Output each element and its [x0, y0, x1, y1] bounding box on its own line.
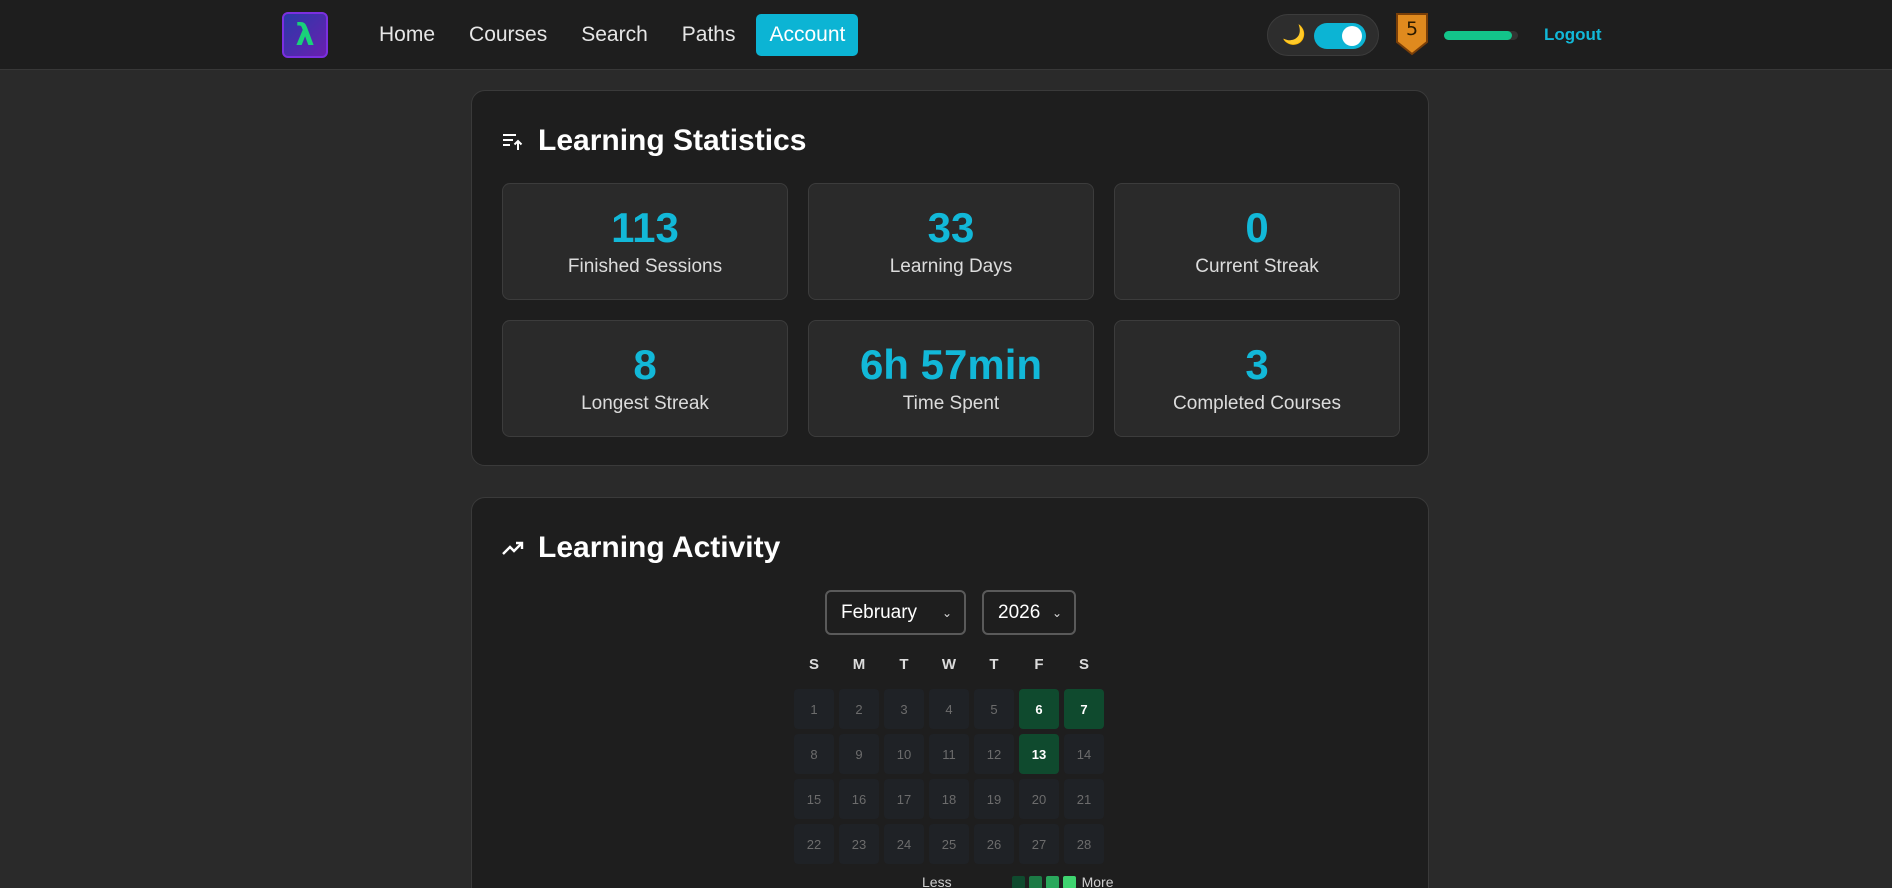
- legend-swatch: [1028, 875, 1042, 888]
- activity-legend: Less More: [922, 874, 1113, 888]
- switch-knob: [1342, 26, 1362, 46]
- nav-courses[interactable]: Courses: [456, 14, 560, 56]
- weekday-header: SMTWTFS: [794, 656, 1104, 673]
- stat-label: Completed Courses: [1173, 392, 1341, 414]
- calendar-day[interactable]: 21: [1064, 779, 1104, 819]
- calendar-day[interactable]: 12: [974, 734, 1014, 774]
- nav-search[interactable]: Search: [568, 14, 661, 56]
- calendar-day[interactable]: 27: [1019, 824, 1059, 864]
- logo[interactable]: λ: [282, 12, 328, 58]
- trending-up-icon: [502, 537, 524, 559]
- calendar-day[interactable]: 26: [974, 824, 1014, 864]
- weekday-label: S: [808, 656, 819, 673]
- top-nav-bar: λ Home Courses Search Paths Account 🌙 5 …: [0, 0, 1892, 70]
- legend-scale: [1011, 875, 1076, 888]
- calendar-day[interactable]: 23: [839, 824, 879, 864]
- activity-header: Learning Activity: [502, 528, 780, 568]
- calendar-selectors: February ⌄ 2026 ⌄: [825, 590, 1076, 635]
- stat-finished-sessions: 113 Finished Sessions: [502, 183, 788, 300]
- legend-less-label: Less: [922, 874, 952, 888]
- dark-mode-switch[interactable]: [1314, 23, 1366, 49]
- weekday-label: S: [1078, 656, 1089, 673]
- stat-longest-streak: 8 Longest Streak: [502, 320, 788, 437]
- year-select[interactable]: 2026 ⌄: [982, 590, 1076, 635]
- stat-value: 6h 57min: [859, 341, 1043, 389]
- theme-toggle[interactable]: 🌙: [1267, 14, 1379, 56]
- calendar-day[interactable]: 20: [1019, 779, 1059, 819]
- calendar-grid: 1 2 3 4 5 6 7 8 9 10 11 12 13 14 15 16 17 18 19 20 21 22 23 24 2…: [794, 689, 1104, 864]
- legend-swatch: [1011, 875, 1025, 888]
- learning-activity-card: Learning Activity February ⌄ 2026 ⌄ SMTW…: [471, 497, 1429, 888]
- chevron-down-icon: ⌄: [941, 605, 952, 620]
- stat-value: 0: [1245, 204, 1269, 252]
- calendar-day[interactable]: 17: [884, 779, 924, 819]
- calendar-day[interactable]: 18: [929, 779, 969, 819]
- year-select-value: 2026: [998, 601, 1041, 623]
- stat-label: Time Spent: [902, 392, 1000, 414]
- calendar-day[interactable]: 4: [929, 689, 969, 729]
- weekday-label: M: [852, 656, 866, 673]
- calendar-day[interactable]: 24: [884, 824, 924, 864]
- sort-up-icon: [502, 130, 524, 152]
- calendar-day[interactable]: 8: [794, 734, 834, 774]
- activity-title: Learning Activity: [538, 531, 781, 564]
- stat-completed-courses: 3 Completed Courses: [1114, 320, 1400, 437]
- calendar-day[interactable]: 5: [974, 689, 1014, 729]
- stats-title: Learning Statistics: [538, 124, 807, 157]
- calendar-day[interactable]: 7: [1064, 689, 1104, 729]
- month-select-value: February: [841, 601, 918, 623]
- stat-label: Finished Sessions: [567, 255, 723, 277]
- xp-progress-fill: [1444, 31, 1513, 40]
- stat-label: Current Streak: [1195, 255, 1319, 277]
- weekday-label: T: [899, 656, 909, 673]
- stat-value: 8: [633, 341, 657, 389]
- month-select[interactable]: February ⌄: [825, 590, 966, 635]
- level-badge[interactable]: 5: [1395, 12, 1429, 56]
- nav-home[interactable]: Home: [366, 14, 448, 56]
- calendar-day[interactable]: 2: [839, 689, 879, 729]
- stat-current-streak: 0 Current Streak: [1114, 183, 1400, 300]
- calendar-day[interactable]: 3: [884, 689, 924, 729]
- calendar-day[interactable]: 10: [884, 734, 924, 774]
- logout-link[interactable]: Logout: [1544, 25, 1602, 45]
- calendar-day[interactable]: 19: [974, 779, 1014, 819]
- stats-grid: 113 Finished Sessions 33 Learning Days 0…: [502, 183, 1400, 437]
- calendar-day[interactable]: 28: [1064, 824, 1104, 864]
- nav-account[interactable]: Account: [756, 14, 859, 56]
- stat-value: 113: [611, 204, 679, 252]
- calendar-day[interactable]: 1: [794, 689, 834, 729]
- stat-time-spent: 6h 57min Time Spent: [808, 320, 1094, 437]
- calendar-day[interactable]: 6: [1019, 689, 1059, 729]
- calendar-day[interactable]: 13: [1019, 734, 1059, 774]
- legend-more-label: More: [1081, 874, 1114, 888]
- stat-value: 33: [927, 204, 975, 252]
- legend-swatch: [1045, 875, 1059, 888]
- weekday-label: T: [989, 656, 999, 673]
- stat-learning-days: 33 Learning Days: [808, 183, 1094, 300]
- weekday-label: F: [1034, 656, 1044, 673]
- legend-swatch: [1062, 875, 1076, 888]
- stat-label: Longest Streak: [581, 392, 709, 414]
- stat-value: 3: [1245, 341, 1269, 389]
- xp-progress-bar: [1444, 31, 1518, 40]
- main-nav: Home Courses Search Paths Account: [366, 14, 859, 56]
- calendar-day[interactable]: 15: [794, 779, 834, 819]
- nav-paths[interactable]: Paths: [669, 14, 749, 56]
- moon-icon: 🌙: [1282, 24, 1306, 46]
- chevron-down-icon: ⌄: [1051, 605, 1062, 620]
- weekday-label: W: [941, 656, 957, 673]
- calendar-day[interactable]: 22: [794, 824, 834, 864]
- calendar-day[interactable]: 11: [929, 734, 969, 774]
- calendar-day[interactable]: 16: [839, 779, 879, 819]
- learning-statistics-card: Learning Statistics 113 Finished Session…: [471, 90, 1429, 466]
- stat-label: Learning Days: [889, 255, 1013, 277]
- calendar-day[interactable]: 9: [839, 734, 879, 774]
- calendar-day[interactable]: 25: [929, 824, 969, 864]
- stats-header: Learning Statistics: [502, 121, 806, 161]
- calendar-day[interactable]: 14: [1064, 734, 1104, 774]
- level-number: 5: [1405, 18, 1419, 40]
